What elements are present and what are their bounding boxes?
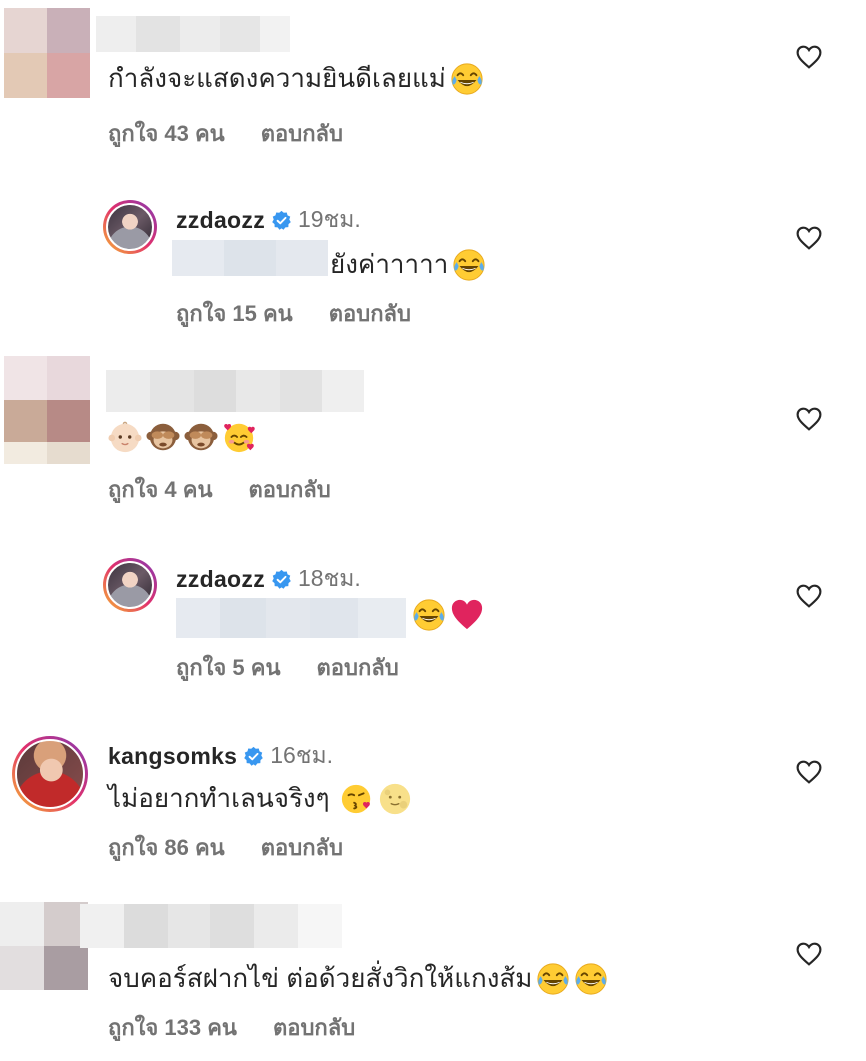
reply-button[interactable]: ตอบกลับ — [317, 650, 399, 685]
reply-button[interactable]: ตอบกลับ — [249, 472, 331, 507]
face-blowing-kiss-emoji — [340, 782, 374, 816]
avatar[interactable] — [12, 736, 88, 812]
red-heart-emoji — [450, 598, 484, 632]
heart-outline-icon[interactable] — [796, 760, 822, 784]
avatar[interactable] — [103, 200, 157, 254]
heart-outline-icon[interactable] — [796, 584, 822, 608]
heart-outline-icon[interactable] — [796, 942, 822, 966]
likes-count[interactable]: ถูกใจ 43 คน — [108, 116, 225, 151]
comment-6: จบคอร์สฝากไข่ ต่อด้วยสั่งวิกให้แกงส้ม ถู… — [0, 890, 866, 1061]
blurred-avatar[interactable] — [4, 8, 90, 98]
verified-badge-icon — [243, 746, 264, 767]
timestamp: 19ชม. — [298, 206, 361, 232]
comment-text: จบคอร์สฝากไข่ ต่อด้วยสั่งวิกให้แกงส้ม — [108, 958, 608, 999]
blurred-username[interactable] — [80, 904, 342, 948]
blurred-username[interactable] — [96, 16, 290, 52]
comment-actions: ถูกใจ 43 คน ตอบกลับ — [108, 116, 343, 151]
comment-text — [108, 420, 256, 454]
comment-body: ยังค่าาาาา — [330, 249, 449, 279]
reply-button[interactable]: ตอบกลับ — [261, 830, 343, 865]
timestamp: 18ชม. — [298, 565, 361, 591]
comment-header: zzdaozz 18ชม. — [176, 561, 361, 597]
likes-count[interactable]: ถูกใจ 4 คน — [108, 472, 213, 507]
likes-count[interactable]: ถูกใจ 5 คน — [176, 650, 281, 685]
comment-actions: ถูกใจ 4 คน ตอบกลับ — [108, 472, 331, 507]
face-with-tears-of-joy-emoji — [536, 962, 570, 996]
smiling-face-with-hearts-emoji — [222, 420, 256, 454]
full-moon-face-emoji — [378, 782, 412, 816]
avatar[interactable] — [103, 558, 157, 612]
likes-count[interactable]: ถูกใจ 86 คน — [108, 830, 225, 865]
blurred-mention[interactable] — [172, 240, 328, 276]
username[interactable]: zzdaozz — [176, 207, 265, 234]
comment-text: กำลังจะแสดงความยินดีเลยแม่ — [108, 58, 484, 99]
comment-actions: ถูกใจ 15 คน ตอบกลับ — [176, 296, 411, 331]
baby-emoji — [108, 420, 142, 454]
blurred-username[interactable] — [106, 370, 364, 412]
verified-badge-icon — [271, 569, 292, 590]
comment-header: zzdaozz 19ชม. — [176, 202, 361, 238]
face-with-tears-of-joy-emoji — [574, 962, 608, 996]
blurred-avatar[interactable] — [4, 356, 90, 464]
comment-header: kangsomks 16ชม. — [108, 738, 333, 774]
face-with-tears-of-joy-emoji — [412, 598, 446, 632]
comment-text — [408, 598, 484, 632]
likes-count[interactable]: ถูกใจ 133 คน — [108, 1010, 237, 1045]
heart-outline-icon[interactable] — [796, 226, 822, 250]
blurred-mention[interactable] — [176, 598, 406, 638]
comment-body: กำลังจะแสดงความยินดีเลยแม่ — [108, 63, 446, 93]
verified-badge-icon — [271, 210, 292, 231]
comment-actions: ถูกใจ 5 คน ตอบกลับ — [176, 650, 399, 685]
comment-body: ไม่อยากทำเลนจริงๆ — [108, 783, 330, 813]
comment-1: กำลังจะแสดงความยินดีเลยแม่ ถูกใจ 43 คน ต… — [0, 0, 866, 180]
comment-text: ไม่อยากทำเลนจริงๆ — [108, 778, 412, 819]
comment-text: ยังค่าาาาา — [330, 244, 486, 285]
reply-button[interactable]: ตอบกลับ — [273, 1010, 355, 1045]
comment-actions: ถูกใจ 133 คน ตอบกลับ — [108, 1010, 355, 1045]
username[interactable]: zzdaozz — [176, 566, 265, 593]
comment-3: ถูกใจ 4 คน ตอบกลับ — [0, 350, 866, 530]
heart-outline-icon[interactable] — [796, 45, 822, 69]
see-no-evil-monkey-emoji — [146, 420, 180, 454]
username[interactable]: kangsomks — [108, 743, 237, 770]
avatar-photo — [15, 739, 85, 809]
reply-button[interactable]: ตอบกลับ — [261, 116, 343, 151]
face-with-tears-of-joy-emoji — [450, 62, 484, 96]
avatar-photo — [106, 561, 154, 609]
timestamp: 16ชม. — [270, 742, 334, 768]
likes-count[interactable]: ถูกใจ 15 คน — [176, 296, 293, 331]
blurred-avatar[interactable] — [0, 902, 88, 990]
comment-5: kangsomks 16ชม. ไม่อยากทำเลนจริงๆ ถูกใจ … — [0, 710, 866, 890]
reply-button[interactable]: ตอบกลับ — [329, 296, 411, 331]
comment-4: zzdaozz 18ชม. ถูกใจ 5 คน ตอบกลับ — [0, 530, 866, 710]
avatar-photo — [106, 203, 154, 251]
comment-2: zzdaozz 19ชม. ยังค่าาาาา ถูกใจ 15 คน ตอบ… — [0, 180, 866, 350]
heart-outline-icon[interactable] — [796, 407, 822, 431]
hear-no-evil-monkey-emoji — [184, 420, 218, 454]
face-with-tears-of-joy-emoji — [452, 248, 486, 282]
comment-body: จบคอร์สฝากไข่ ต่อด้วยสั่งวิกให้แกงส้ม — [108, 963, 533, 993]
comment-actions: ถูกใจ 86 คน ตอบกลับ — [108, 830, 343, 865]
